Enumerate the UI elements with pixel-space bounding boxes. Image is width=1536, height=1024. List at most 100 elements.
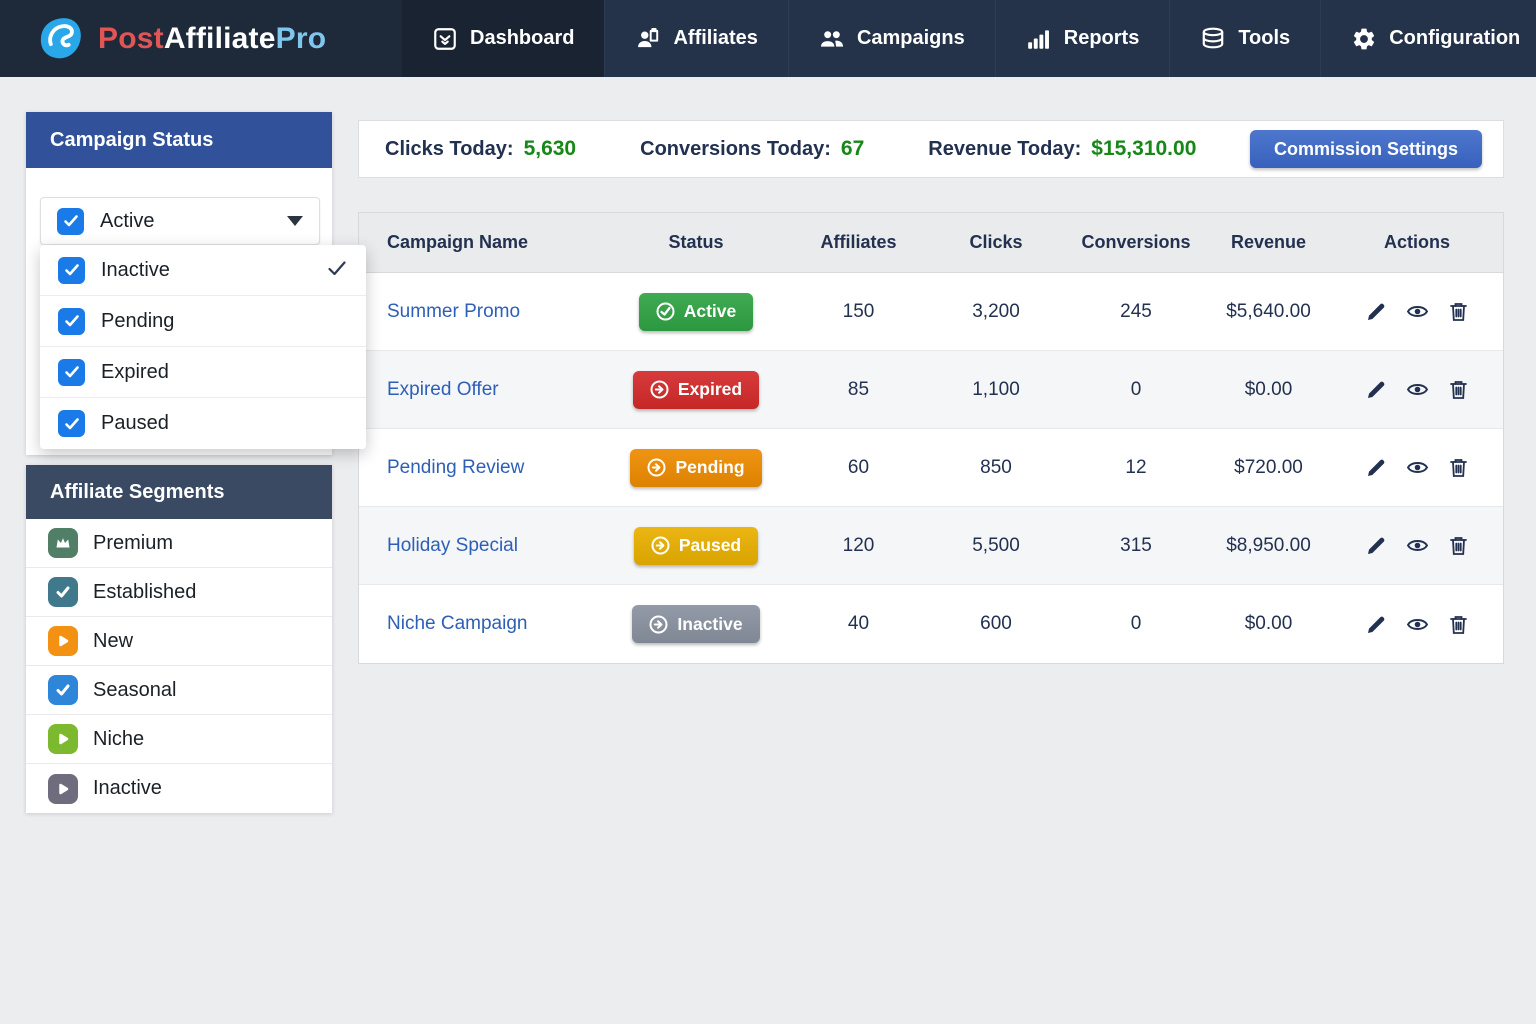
delete-icon[interactable] [1446, 456, 1470, 480]
table-row: Holiday Special Paused 120 5,500 315 $8,… [359, 507, 1503, 585]
logo-icon [38, 16, 84, 62]
nav-item-tools[interactable]: Tools [1170, 0, 1321, 77]
cell-affiliates: 150 [791, 301, 926, 323]
status-option-pending[interactable]: Pending [40, 296, 366, 347]
checkbox-pending[interactable] [58, 308, 85, 335]
nav-item-affiliates[interactable]: Affiliates [605, 0, 788, 77]
segment-label: Inactive [93, 777, 162, 800]
nav-menu: Dashboard Affiliates Campaigns [402, 0, 1536, 77]
nav-item-configuration[interactable]: Configuration [1321, 0, 1536, 77]
selected-check-icon [326, 257, 348, 284]
view-icon[interactable] [1405, 300, 1429, 324]
nav-label: Tools [1238, 27, 1290, 50]
stats-bar: Clicks Today: 5,630 Conversions Today: 6… [358, 120, 1504, 178]
segment-item-niche[interactable]: Niche [26, 715, 332, 764]
chevron-down-icon [287, 216, 303, 226]
view-icon[interactable] [1405, 612, 1429, 636]
delete-icon[interactable] [1446, 534, 1470, 558]
nav-label: Configuration [1389, 27, 1520, 50]
tools-icon [1200, 26, 1226, 52]
affiliates-icon [635, 26, 661, 52]
cell-revenue: $720.00 [1206, 457, 1331, 479]
crown-icon [48, 528, 78, 558]
brand-logo[interactable]: PostAffiliatePro [0, 0, 402, 77]
campaign-name-link[interactable]: Holiday Special [387, 535, 518, 556]
nav-label: Campaigns [857, 27, 965, 50]
stat-conversions-label: Conversions Today: [640, 138, 831, 161]
segment-item-established[interactable]: Established [26, 568, 332, 617]
cell-conversions: 12 [1066, 457, 1206, 479]
column-header-campaign-name: Campaign Name [359, 232, 601, 253]
column-header-actions: Actions [1331, 232, 1503, 253]
status-badge: Expired [633, 371, 759, 409]
brand-post: Post [98, 22, 164, 55]
status-option-expired[interactable]: Expired [40, 347, 366, 398]
view-icon[interactable] [1405, 534, 1429, 558]
arrow-icon [48, 626, 78, 656]
view-icon[interactable] [1405, 378, 1429, 402]
edit-icon[interactable] [1364, 456, 1388, 480]
status-badge: Pending [630, 449, 761, 487]
arrow-icon [48, 724, 78, 754]
segment-item-new[interactable]: New [26, 617, 332, 666]
check-icon [64, 262, 80, 278]
status-option-label: Inactive [101, 259, 170, 282]
delete-icon[interactable] [1446, 300, 1470, 324]
stat-clicks-label: Clicks Today: [385, 138, 514, 161]
brand-affiliate: Affiliate [164, 22, 276, 55]
check-icon [64, 364, 80, 380]
nav-item-reports[interactable]: Reports [996, 0, 1171, 77]
affiliate-segments-list: Premium Established New Seasonal [26, 519, 332, 813]
checkbox-paused[interactable] [58, 410, 85, 437]
cell-clicks: 1,100 [926, 379, 1066, 401]
status-option-label: Pending [101, 310, 174, 333]
segment-item-premium[interactable]: Premium [26, 519, 332, 568]
status-option-paused[interactable]: Paused [40, 398, 366, 449]
campaign-name-link[interactable]: Pending Review [387, 457, 524, 478]
cell-conversions: 245 [1066, 301, 1206, 323]
segment-label: New [93, 630, 133, 653]
status-badge: Paused [634, 527, 758, 565]
cell-clicks: 600 [926, 613, 1066, 635]
checkbox-expired[interactable] [58, 359, 85, 386]
stat-conversions-value: 67 [841, 137, 864, 161]
status-option-inactive[interactable]: Inactive [40, 245, 366, 296]
campaigns-icon [819, 26, 845, 52]
segment-label: Niche [93, 728, 144, 751]
brand-name: PostAffiliatePro [98, 22, 326, 56]
edit-icon[interactable] [1364, 378, 1388, 402]
column-header-conversions: Conversions [1066, 232, 1206, 253]
segment-item-seasonal[interactable]: Seasonal [26, 666, 332, 715]
nav-label: Affiliates [673, 27, 757, 50]
nav-item-campaigns[interactable]: Campaigns [789, 0, 996, 77]
affiliate-segments-title: Affiliate Segments [50, 481, 224, 504]
status-arrow-icon [650, 380, 669, 399]
arrow-icon [48, 774, 78, 804]
segment-item-inactive[interactable]: Inactive [26, 764, 332, 813]
delete-icon[interactable] [1446, 378, 1470, 402]
delete-icon[interactable] [1446, 612, 1470, 636]
checkbox-inactive[interactable] [58, 257, 85, 284]
campaign-name-link[interactable]: Summer Promo [387, 301, 520, 322]
edit-icon[interactable] [1364, 300, 1388, 324]
cell-revenue: $0.00 [1206, 379, 1331, 401]
campaign-status-title: Campaign Status [50, 129, 213, 152]
nav-item-dashboard[interactable]: Dashboard [402, 0, 605, 77]
campaign-name-link[interactable]: Expired Offer [387, 379, 499, 400]
status-badge: Active [639, 293, 754, 331]
commission-settings-button[interactable]: Commission Settings [1250, 130, 1482, 168]
edit-icon[interactable] [1364, 612, 1388, 636]
edit-icon[interactable] [1364, 534, 1388, 558]
status-arrow-icon [647, 458, 666, 477]
cell-revenue: $8,950.00 [1206, 535, 1331, 557]
cell-affiliates: 40 [791, 613, 926, 635]
table-row: Pending Review Pending 60 850 12 $720.00 [359, 429, 1503, 507]
status-filter-select[interactable]: Active [40, 197, 320, 245]
affiliate-segments-panel: Affiliate Segments Premium Established N… [26, 465, 332, 813]
view-icon[interactable] [1405, 456, 1429, 480]
stat-revenue-label: Revenue Today: [928, 138, 1081, 161]
check-icon [48, 675, 78, 705]
checkbox-active[interactable] [57, 208, 84, 235]
stat-conversions: Conversions Today: 67 [640, 137, 864, 161]
campaign-name-link[interactable]: Niche Campaign [387, 613, 527, 634]
